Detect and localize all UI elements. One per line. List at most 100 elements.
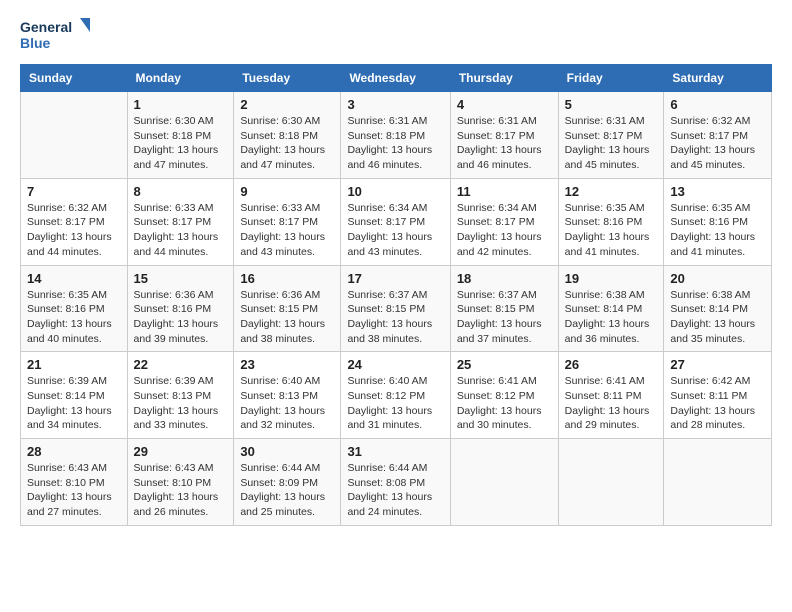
calendar-cell: 12 Sunrise: 6:35 AMSunset: 8:16 PMDayligh… (558, 178, 664, 265)
day-number: 29 (134, 444, 228, 459)
day-info: Sunrise: 6:34 AMSunset: 8:17 PMDaylight:… (347, 201, 443, 260)
day-number: 27 (670, 357, 765, 372)
day-info: Sunrise: 6:43 AMSunset: 8:10 PMDaylight:… (134, 461, 228, 520)
day-info: Sunrise: 6:35 AMSunset: 8:16 PMDaylight:… (27, 288, 121, 347)
day-info: Sunrise: 6:39 AMSunset: 8:13 PMDaylight:… (134, 374, 228, 433)
day-number: 13 (670, 184, 765, 199)
calendar-cell: 21 Sunrise: 6:39 AMSunset: 8:14 PMDayligh… (21, 352, 128, 439)
calendar-cell: 19 Sunrise: 6:38 AMSunset: 8:14 PMDayligh… (558, 265, 664, 352)
calendar-cell (21, 92, 128, 179)
calendar-cell: 30 Sunrise: 6:44 AMSunset: 8:09 PMDayligh… (234, 439, 341, 526)
calendar-cell (664, 439, 772, 526)
day-info: Sunrise: 6:39 AMSunset: 8:14 PMDaylight:… (27, 374, 121, 433)
calendar-cell: 1 Sunrise: 6:30 AMSunset: 8:18 PMDaylight… (127, 92, 234, 179)
weekday-friday: Friday (558, 65, 664, 92)
calendar-cell: 29 Sunrise: 6:43 AMSunset: 8:10 PMDayligh… (127, 439, 234, 526)
calendar-cell: 18 Sunrise: 6:37 AMSunset: 8:15 PMDayligh… (450, 265, 558, 352)
day-number: 7 (27, 184, 121, 199)
weekday-header-row: SundayMondayTuesdayWednesdayThursdayFrid… (21, 65, 772, 92)
day-number: 16 (240, 271, 334, 286)
day-number: 14 (27, 271, 121, 286)
calendar-cell: 31 Sunrise: 6:44 AMSunset: 8:08 PMDayligh… (341, 439, 450, 526)
calendar-cell: 4 Sunrise: 6:31 AMSunset: 8:17 PMDaylight… (450, 92, 558, 179)
day-number: 19 (565, 271, 658, 286)
day-number: 18 (457, 271, 552, 286)
logo-svg: General Blue (20, 16, 90, 56)
day-info: Sunrise: 6:30 AMSunset: 8:18 PMDaylight:… (134, 114, 228, 173)
weekday-saturday: Saturday (664, 65, 772, 92)
calendar-cell: 9Sunrise: 6:33 AMSunset: 8:17 PMDaylight… (234, 178, 341, 265)
page-header: General Blue (20, 16, 772, 56)
week-row-5: 28 Sunrise: 6:43 AMSunset: 8:10 PMDayligh… (21, 439, 772, 526)
day-info: Sunrise: 6:32 AMSunset: 8:17 PMDaylight:… (27, 201, 121, 260)
day-info: Sunrise: 6:36 AMSunset: 8:15 PMDaylight:… (240, 288, 334, 347)
day-number: 11 (457, 184, 552, 199)
day-info: Sunrise: 6:33 AMSunset: 8:17 PMDaylight:… (134, 201, 228, 260)
day-info: Sunrise: 6:37 AMSunset: 8:15 PMDaylight:… (457, 288, 552, 347)
calendar-cell: 13 Sunrise: 6:35 AMSunset: 8:16 PMDayligh… (664, 178, 772, 265)
day-info: Sunrise: 6:35 AMSunset: 8:16 PMDaylight:… (670, 201, 765, 260)
day-number: 22 (134, 357, 228, 372)
svg-text:General: General (20, 19, 72, 35)
logo: General Blue (20, 16, 90, 56)
day-number: 26 (565, 357, 658, 372)
day-info: Sunrise: 6:31 AMSunset: 8:17 PMDaylight:… (457, 114, 552, 173)
week-row-4: 21 Sunrise: 6:39 AMSunset: 8:14 PMDayligh… (21, 352, 772, 439)
week-row-1: 1 Sunrise: 6:30 AMSunset: 8:18 PMDaylight… (21, 92, 772, 179)
day-number: 20 (670, 271, 765, 286)
calendar-cell: 3Sunrise: 6:31 AMSunset: 8:18 PMDaylight… (341, 92, 450, 179)
calendar-table: SundayMondayTuesdayWednesdayThursdayFrid… (20, 64, 772, 526)
day-number: 6 (670, 97, 765, 112)
day-info: Sunrise: 6:30 AMSunset: 8:18 PMDaylight:… (240, 114, 334, 173)
day-number: 2 (240, 97, 334, 112)
day-info: Sunrise: 6:31 AMSunset: 8:17 PMDaylight:… (565, 114, 658, 173)
calendar-cell: 23Sunrise: 6:40 AMSunset: 8:13 PMDayligh… (234, 352, 341, 439)
day-number: 12 (565, 184, 658, 199)
weekday-tuesday: Tuesday (234, 65, 341, 92)
calendar-cell: 14 Sunrise: 6:35 AMSunset: 8:16 PMDayligh… (21, 265, 128, 352)
calendar-cell: 15Sunrise: 6:36 AMSunset: 8:16 PMDayligh… (127, 265, 234, 352)
calendar-cell: 25Sunrise: 6:41 AMSunset: 8:12 PMDayligh… (450, 352, 558, 439)
week-row-2: 7 Sunrise: 6:32 AMSunset: 8:17 PMDaylight… (21, 178, 772, 265)
day-number: 4 (457, 97, 552, 112)
calendar-cell (450, 439, 558, 526)
day-number: 8 (134, 184, 228, 199)
day-number: 1 (134, 97, 228, 112)
day-info: Sunrise: 6:44 AMSunset: 8:09 PMDaylight:… (240, 461, 334, 520)
day-info: Sunrise: 6:37 AMSunset: 8:15 PMDaylight:… (347, 288, 443, 347)
day-info: Sunrise: 6:38 AMSunset: 8:14 PMDaylight:… (670, 288, 765, 347)
calendar-cell: 24Sunrise: 6:40 AMSunset: 8:12 PMDayligh… (341, 352, 450, 439)
calendar-cell: 8 Sunrise: 6:33 AMSunset: 8:17 PMDaylight… (127, 178, 234, 265)
calendar-cell: 26 Sunrise: 6:41 AMSunset: 8:11 PMDayligh… (558, 352, 664, 439)
weekday-thursday: Thursday (450, 65, 558, 92)
calendar-cell: 28Sunrise: 6:43 AMSunset: 8:10 PMDayligh… (21, 439, 128, 526)
day-info: Sunrise: 6:44 AMSunset: 8:08 PMDaylight:… (347, 461, 443, 520)
calendar-cell: 20 Sunrise: 6:38 AMSunset: 8:14 PMDayligh… (664, 265, 772, 352)
day-number: 30 (240, 444, 334, 459)
calendar-body: 1 Sunrise: 6:30 AMSunset: 8:18 PMDaylight… (21, 92, 772, 526)
calendar-cell: 17Sunrise: 6:37 AMSunset: 8:15 PMDayligh… (341, 265, 450, 352)
day-info: Sunrise: 6:42 AMSunset: 8:11 PMDaylight:… (670, 374, 765, 433)
day-info: Sunrise: 6:40 AMSunset: 8:13 PMDaylight:… (240, 374, 334, 433)
calendar-cell: 27 Sunrise: 6:42 AMSunset: 8:11 PMDayligh… (664, 352, 772, 439)
calendar-cell: 22 Sunrise: 6:39 AMSunset: 8:13 PMDayligh… (127, 352, 234, 439)
day-info: Sunrise: 6:38 AMSunset: 8:14 PMDaylight:… (565, 288, 658, 347)
calendar-cell: 7 Sunrise: 6:32 AMSunset: 8:17 PMDaylight… (21, 178, 128, 265)
day-number: 31 (347, 444, 443, 459)
day-info: Sunrise: 6:40 AMSunset: 8:12 PMDaylight:… (347, 374, 443, 433)
day-info: Sunrise: 6:41 AMSunset: 8:12 PMDaylight:… (457, 374, 552, 433)
calendar-cell: 2 Sunrise: 6:30 AMSunset: 8:18 PMDaylight… (234, 92, 341, 179)
day-info: Sunrise: 6:41 AMSunset: 8:11 PMDaylight:… (565, 374, 658, 433)
day-number: 21 (27, 357, 121, 372)
day-info: Sunrise: 6:35 AMSunset: 8:16 PMDaylight:… (565, 201, 658, 260)
calendar-cell: 10 Sunrise: 6:34 AMSunset: 8:17 PMDayligh… (341, 178, 450, 265)
calendar-cell: 11Sunrise: 6:34 AMSunset: 8:17 PMDayligh… (450, 178, 558, 265)
weekday-monday: Monday (127, 65, 234, 92)
week-row-3: 14 Sunrise: 6:35 AMSunset: 8:16 PMDayligh… (21, 265, 772, 352)
day-number: 28 (27, 444, 121, 459)
day-number: 9 (240, 184, 334, 199)
weekday-sunday: Sunday (21, 65, 128, 92)
day-number: 10 (347, 184, 443, 199)
calendar-cell: 5Sunrise: 6:31 AMSunset: 8:17 PMDaylight… (558, 92, 664, 179)
day-info: Sunrise: 6:36 AMSunset: 8:16 PMDaylight:… (134, 288, 228, 347)
